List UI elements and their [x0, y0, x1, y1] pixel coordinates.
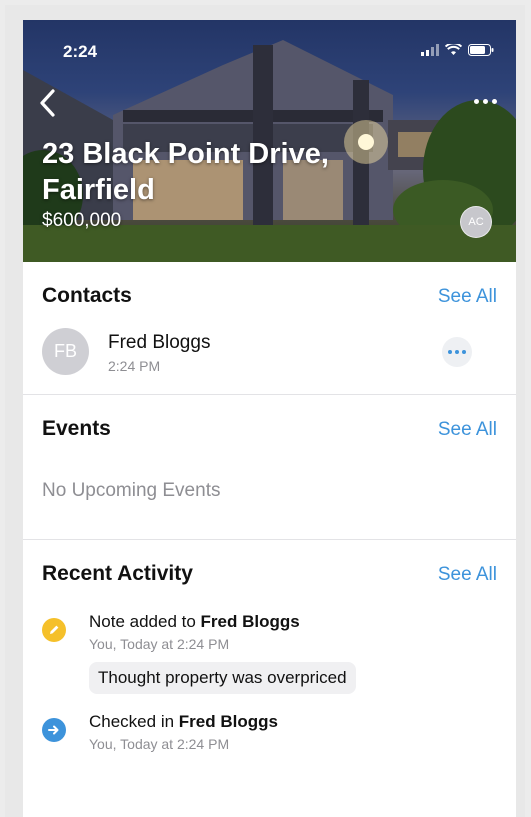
activity-section: Recent Activity See All Note added to Fr… [23, 540, 516, 800]
status-icons [421, 44, 494, 56]
events-empty-text: No Upcoming Events [42, 480, 221, 501]
events-header: Events See All [23, 395, 516, 455]
activity-note: Thought property was overpriced [89, 662, 356, 694]
events-title: Events [42, 417, 111, 440]
status-bar: 2:24 [23, 42, 516, 66]
activity-meta: You, Today at 2:24 PM [89, 736, 230, 752]
contact-more-button[interactable] [442, 337, 472, 367]
status-time: 2:24 [63, 42, 98, 61]
activity-subject: Fred Bloggs [200, 612, 300, 631]
arrow-right-icon [48, 725, 59, 735]
property-price: $600,000 [42, 210, 122, 231]
activity-icon-bg [42, 618, 66, 642]
activity-item[interactable]: Checked in Fred Bloggs You, Today at 2:2… [42, 712, 496, 762]
screen: 2:24 23 Black Point Drive, Fairfield $60… [23, 20, 516, 817]
more-horizontal-icon [473, 98, 479, 104]
contact-row[interactable]: FB Fred Bloggs 2:24 PM [42, 328, 496, 380]
signal-icon [421, 44, 439, 56]
contacts-see-all-link[interactable]: See All [438, 286, 497, 308]
property-address: 23 Black Point Drive, Fairfield [42, 138, 329, 206]
contacts-header: Contacts See All [23, 262, 516, 322]
activity-title-line: Checked in Fred Bloggs [89, 712, 278, 731]
events-see-all-link[interactable]: See All [438, 419, 497, 441]
battery-icon [468, 44, 494, 56]
contact-time: 2:24 PM [108, 358, 161, 374]
property-hero: 2:24 23 Black Point Drive, Fairfield $60… [23, 20, 516, 262]
activity-subject: Fred Bloggs [178, 712, 278, 731]
activity-meta: You, Today at 2:24 PM [89, 636, 230, 652]
activity-title: Recent Activity [42, 562, 193, 585]
contacts-title: Contacts [42, 284, 132, 307]
wifi-icon [445, 44, 462, 55]
back-button[interactable] [37, 86, 61, 120]
more-horizontal-icon [448, 350, 452, 354]
more-options-button[interactable] [468, 90, 502, 112]
activity-title-line: Note added to Fred Bloggs [89, 612, 300, 631]
activity-icon-bg [42, 718, 66, 742]
contact-avatar: FB [42, 328, 89, 375]
activity-header: Recent Activity See All [23, 540, 516, 600]
agent-avatar[interactable]: AC [460, 206, 492, 238]
activity-item[interactable]: Note added to Fred Bloggs You, Today at … [42, 612, 496, 702]
activity-see-all-link[interactable]: See All [438, 564, 497, 586]
contact-name: Fred Bloggs [108, 332, 211, 353]
events-section: Events See All No Upcoming Events [23, 395, 516, 540]
chevron-left-icon [40, 89, 55, 117]
contacts-section: Contacts See All FB Fred Bloggs 2:24 PM [23, 262, 516, 395]
device-frame: 2:24 23 Black Point Drive, Fairfield $60… [5, 5, 525, 817]
pencil-icon [50, 625, 59, 634]
